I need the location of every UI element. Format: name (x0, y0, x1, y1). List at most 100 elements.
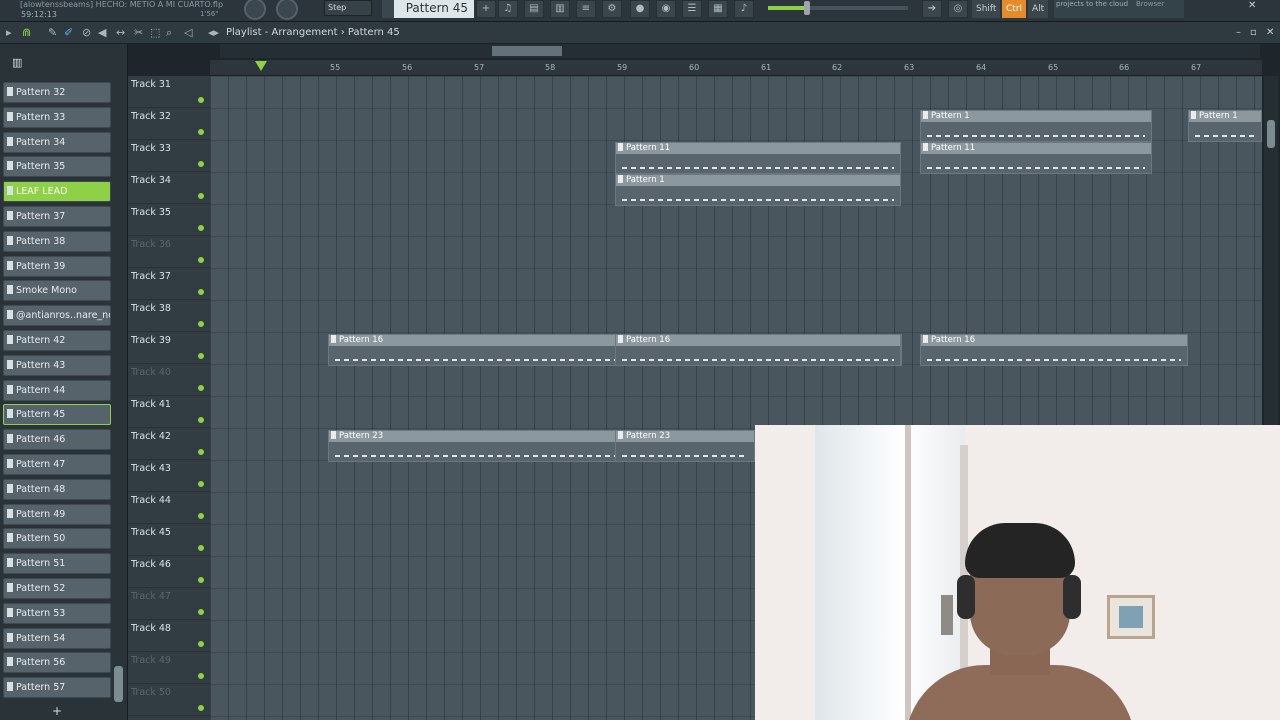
track-header[interactable]: Track 43 (128, 460, 210, 492)
pattern-picker-item[interactable]: Pattern 53 (3, 602, 111, 624)
track-mute-indicator[interactable] (198, 417, 204, 423)
slice-icon[interactable]: ✂ (134, 26, 143, 39)
clip-header[interactable]: Pattern 1 (616, 175, 900, 186)
pattern-picker-item[interactable]: Pattern 56 (3, 652, 111, 674)
track-mute-indicator[interactable] (198, 321, 204, 327)
track-mute-indicator[interactable] (198, 449, 204, 455)
pattern-picker-item[interactable]: Pattern 34 (3, 131, 111, 153)
track-header[interactable]: Track 33 (128, 140, 210, 172)
track-header[interactable]: Track 36 (128, 236, 210, 268)
pattern-clip[interactable]: Pattern 16 (920, 334, 1188, 366)
clip-header[interactable]: Pattern 16 (921, 335, 1187, 346)
track-header[interactable]: Track 42 (128, 428, 210, 460)
arrows-icon[interactable]: ◂▸ (208, 26, 219, 39)
pattern-picker-item[interactable]: Pattern 35 (3, 156, 111, 178)
track-mute-indicator[interactable] (198, 641, 204, 647)
track-header[interactable]: Track 41 (128, 396, 210, 428)
track-header[interactable]: Track 47 (128, 588, 210, 620)
paint-icon[interactable]: ✐ (64, 26, 73, 39)
microphone-icon[interactable]: ● (630, 0, 650, 18)
track-mute-indicator[interactable] (198, 609, 204, 615)
add-pattern-icon[interactable]: + (476, 0, 496, 18)
playlist-close-icon[interactable]: ✕ (1266, 27, 1274, 38)
track-header[interactable]: Track 50 (128, 684, 210, 716)
project-browser-icon[interactable]: ☰ (682, 0, 702, 18)
horizontal-scroll-thumb[interactable] (492, 46, 562, 56)
track-header[interactable]: Track 34 (128, 172, 210, 204)
browser-label[interactable]: Browser (1136, 0, 1164, 8)
cpu-icon[interactable]: ▦ (708, 0, 728, 18)
pattern-clip[interactable]: Pattern 11 (615, 142, 901, 174)
pattern-picker-item[interactable]: LEAF LEAD (3, 181, 111, 203)
track-header[interactable]: Track 35 (128, 204, 210, 236)
track-mute-indicator[interactable] (198, 225, 204, 231)
track-mute-indicator[interactable] (198, 129, 204, 135)
pattern-picker-item[interactable]: Pattern 46 (3, 429, 111, 451)
pattern-picker-item[interactable]: Pattern 39 (3, 255, 111, 277)
pattern-clip[interactable]: Pattern 1 (615, 174, 901, 206)
pattern-picker-item[interactable]: Pattern 49 (3, 503, 111, 525)
mute-icon[interactable]: ◀ (98, 26, 106, 39)
main-volume-slider[interactable] (768, 1, 908, 15)
track-mute-indicator[interactable] (198, 161, 204, 167)
plugin-picker-icon[interactable]: ⚙ (602, 0, 622, 18)
pattern-clip[interactable]: Pattern 1 (1188, 110, 1262, 142)
vertical-scroll-thumb[interactable] (1267, 120, 1275, 148)
picker-scroll-thumb[interactable] (114, 666, 123, 702)
play-arrow-icon[interactable]: ▸ (6, 26, 12, 39)
select-icon[interactable]: ⬚ (150, 26, 160, 39)
pattern-picker-item[interactable]: Pattern 54 (3, 627, 111, 649)
track-header[interactable]: Track 37 (128, 268, 210, 300)
add-pattern-button[interactable]: + (52, 704, 62, 718)
pattern-clip[interactable]: Pattern 1 (920, 110, 1152, 142)
track-header[interactable]: Track 44 (128, 492, 210, 524)
track-header[interactable]: Track 46 (128, 556, 210, 588)
pattern-picker-item[interactable]: Pattern 57 (3, 677, 111, 699)
zoom-icon[interactable]: ⌕ (166, 26, 172, 40)
pattern-picker-item[interactable]: Pattern 33 (3, 106, 111, 128)
track-mute-indicator[interactable] (198, 545, 204, 551)
pattern-prev-button[interactable] (382, 0, 394, 18)
record-icon[interactable]: ◉ (656, 0, 676, 18)
volume-thumb[interactable] (804, 1, 810, 15)
picker-menu-icon[interactable]: ▥ (12, 56, 22, 69)
track-header[interactable]: Track 39 (128, 332, 210, 364)
pattern-picker-item[interactable]: Pattern 48 (3, 478, 111, 500)
delete-icon[interactable]: ⊘ (82, 26, 91, 39)
pattern-picker-item[interactable]: Smoke Mono (3, 280, 111, 302)
clip-header[interactable]: Pattern 1 (921, 111, 1151, 122)
channel-rack-icon[interactable]: ▥ (550, 0, 570, 18)
pattern-picker-item[interactable]: Pattern 32 (3, 82, 111, 103)
metronome-icon[interactable]: ♪ (734, 0, 754, 18)
breadcrumb[interactable]: Playlist - Arrangement › Pattern 45 (226, 27, 400, 38)
snap-selector[interactable]: Step (324, 0, 372, 16)
pattern-picker-item[interactable]: Pattern 38 (3, 230, 111, 252)
track-header[interactable]: Track 45 (128, 524, 210, 556)
minimize-icon[interactable]: – (1236, 27, 1241, 38)
track-header[interactable]: Track 48 (128, 620, 210, 652)
clip-header[interactable]: Pattern 11 (921, 143, 1151, 154)
pattern-picker-item[interactable]: Pattern 37 (3, 206, 111, 227)
track-header[interactable]: Track 49 (128, 652, 210, 684)
online-icon[interactable]: ◎ (948, 0, 968, 18)
pattern-picker-item[interactable]: Pattern 42 (3, 330, 111, 351)
pattern-clip[interactable]: Pattern 16 (615, 334, 901, 366)
clip-header[interactable]: Pattern 16 (616, 335, 900, 346)
alt-key-indicator[interactable]: Alt (1028, 0, 1049, 18)
track-mute-indicator[interactable] (198, 577, 204, 583)
track-mute-indicator[interactable] (198, 385, 204, 391)
track-mute-indicator[interactable] (198, 705, 204, 711)
clip-header[interactable]: Pattern 11 (616, 143, 900, 154)
playhead-marker-icon[interactable] (255, 61, 267, 71)
timeline-ruler[interactable]: 55 56 57 58 59 60 61 62 63 64 65 66 67 (210, 60, 1262, 76)
track-header[interactable]: Track 31 (128, 76, 210, 108)
master-pitch-knob[interactable] (276, 0, 298, 20)
track-mute-indicator[interactable] (198, 353, 204, 359)
shift-key-indicator[interactable]: Shift (972, 0, 1001, 18)
playlist-icon[interactable]: ♫ (498, 0, 518, 18)
maximize-icon[interactable]: ▫ (1250, 27, 1257, 38)
track-mute-indicator[interactable] (198, 481, 204, 487)
clip-header[interactable]: Pattern 1 (1189, 111, 1261, 122)
pattern-selector[interactable]: Pattern 45 (394, 0, 474, 18)
pattern-picker-item[interactable]: Pattern 45 (3, 404, 111, 426)
